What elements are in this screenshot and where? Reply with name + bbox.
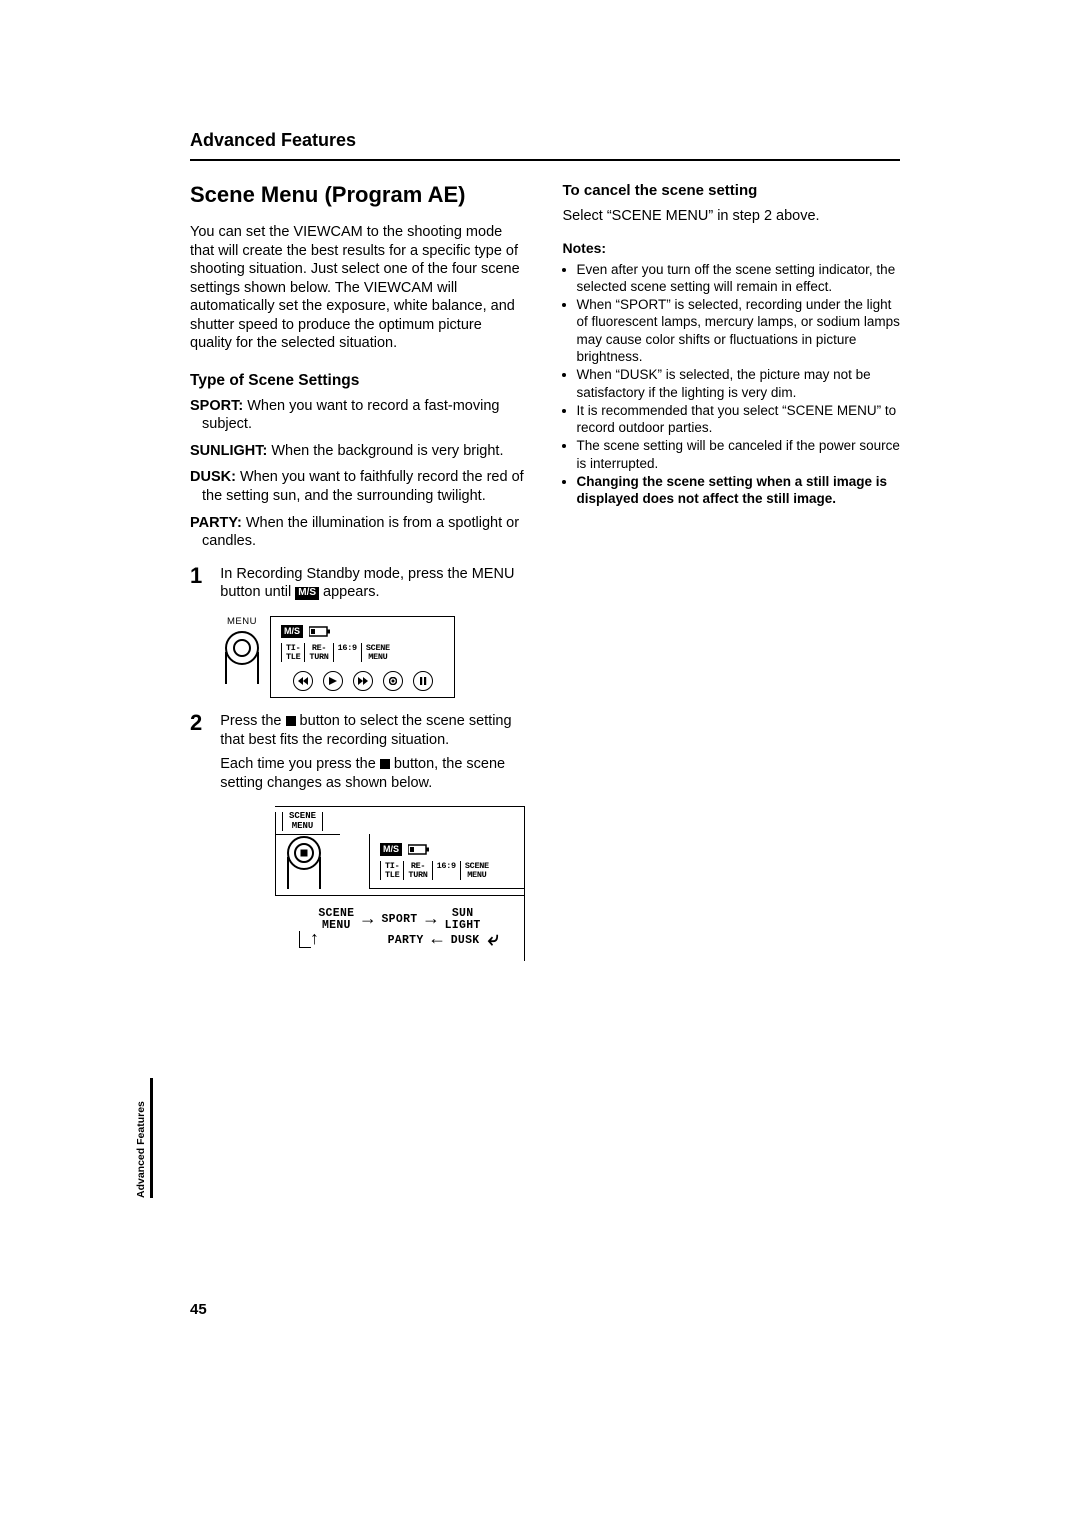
round-button-icon (220, 630, 264, 684)
setting-item: SUNLIGHT: When the background is very br… (190, 442, 528, 461)
play-icon (323, 671, 343, 691)
rewind-icon (293, 671, 313, 691)
cycle-sport: SPORT (381, 914, 417, 926)
arrow-right-icon: → (362, 914, 373, 927)
cancel-text: Select “SCENE MENU” in step 2 above. (563, 207, 901, 226)
notes-list: Even after you turn off the scene settin… (563, 261, 901, 508)
right-column: To cancel the scene setting Select “SCEN… (563, 181, 901, 975)
fastforward-icon (353, 671, 373, 691)
ms-icon: M/S (295, 587, 319, 600)
round-button-icon (282, 835, 326, 889)
cycle-diagram: SCENE MENU → SPORT → SUN LIGHT ↑ PARTY (275, 895, 524, 961)
type-heading: Type of Scene Settings (190, 371, 528, 391)
note-item-bold: Changing the scene setting when a still … (577, 473, 901, 508)
settings-list: SPORT: When you want to record a fast-mo… (190, 397, 528, 551)
columns: Scene Menu (Program AE) You can set the … (190, 181, 900, 975)
ms-indicator: M/S (281, 625, 303, 639)
step-body: In Recording Standby mode, press the MEN… (220, 565, 527, 602)
side-tab: Advanced Features (135, 1078, 153, 1198)
left-column: Scene Menu (Program AE) You can set the … (190, 181, 528, 975)
figure-scene-cycle: SCENE MENU (240, 806, 528, 961)
pause-icon (413, 671, 433, 691)
ms-indicator: M/S (380, 843, 402, 857)
stop-square-icon (380, 759, 390, 769)
step-1: 1 In Recording Standby mode, press the M… (190, 565, 528, 602)
page-number: 45 (190, 1301, 207, 1318)
stop-square-icon (286, 716, 296, 726)
step2-sub-a: Each time you press the (220, 756, 380, 772)
arrow-right-icon: → (426, 914, 437, 927)
arrow-left-icon: ← (432, 934, 443, 947)
osd-menu-row: TI- TLERE- TURN16:9SCENE MENU (281, 643, 444, 662)
menu-button-illustration: MENU (220, 616, 264, 684)
cancel-heading: To cancel the scene setting (563, 181, 901, 200)
scene-btn-label: SCENE MENU (289, 812, 316, 831)
battery-icon (408, 844, 430, 855)
note-item: Even after you turn off the scene settin… (577, 261, 901, 296)
battery-icon (309, 626, 331, 637)
scene-menu-button-illustration: SCENE MENU (276, 812, 340, 889)
step-2: 2 Press the button to select the scene s… (190, 712, 528, 792)
cycle-sunlight: SUN LIGHT (445, 908, 481, 932)
arrow-left-hook-icon: ⤶ (488, 936, 500, 946)
page-title: Scene Menu (Program AE) (190, 181, 528, 209)
step-number: 1 (190, 565, 202, 602)
cycle-dusk: DUSK (451, 935, 480, 947)
note-item: When “DUSK” is selected, the picture may… (577, 366, 901, 401)
note-item: When “SPORT” is selected, recording unde… (577, 296, 901, 365)
setting-item: SPORT: When you want to record a fast-mo… (190, 397, 528, 434)
section-header: Advanced Features (190, 130, 900, 151)
cycle-party: PARTY (388, 935, 424, 947)
page: Advanced Features Scene Menu (Program AE… (0, 0, 1080, 1035)
step-body: Press the button to select the scene set… (220, 712, 527, 792)
note-item: It is recommended that you select “SCENE… (577, 402, 901, 437)
step2-text-a: Press the (220, 713, 285, 729)
menu-label: MENU (227, 616, 257, 628)
playback-controls (281, 671, 444, 691)
step1-text-b: appears. (319, 584, 379, 600)
stop-icon (383, 671, 403, 691)
step-number: 2 (190, 712, 202, 792)
notes-heading: Notes: (563, 240, 901, 258)
osd-screen: M/S TI- TLERE- TURN16:9SCENE MENU (270, 616, 455, 699)
cycle-scene-menu: SCENE MENU (318, 908, 354, 932)
steps: 1 In Recording Standby mode, press the M… (190, 565, 528, 961)
figure-menu-press: MENU (220, 616, 528, 699)
intro-text: You can set the VIEWCAM to the shooting … (190, 223, 528, 353)
divider (190, 159, 900, 161)
osd-status-row: M/S (281, 625, 444, 639)
osd-menu-row: TI- TLERE- TURN16:9SCENE MENU (380, 861, 514, 880)
osd-screen-2: M/S TI- TLERE- TUR (369, 834, 524, 890)
setting-item: DUSK: When you want to faithfully record… (190, 468, 528, 505)
setting-item: PARTY: When the illumination is from a s… (190, 514, 528, 551)
note-item: The scene setting will be canceled if th… (577, 437, 901, 472)
